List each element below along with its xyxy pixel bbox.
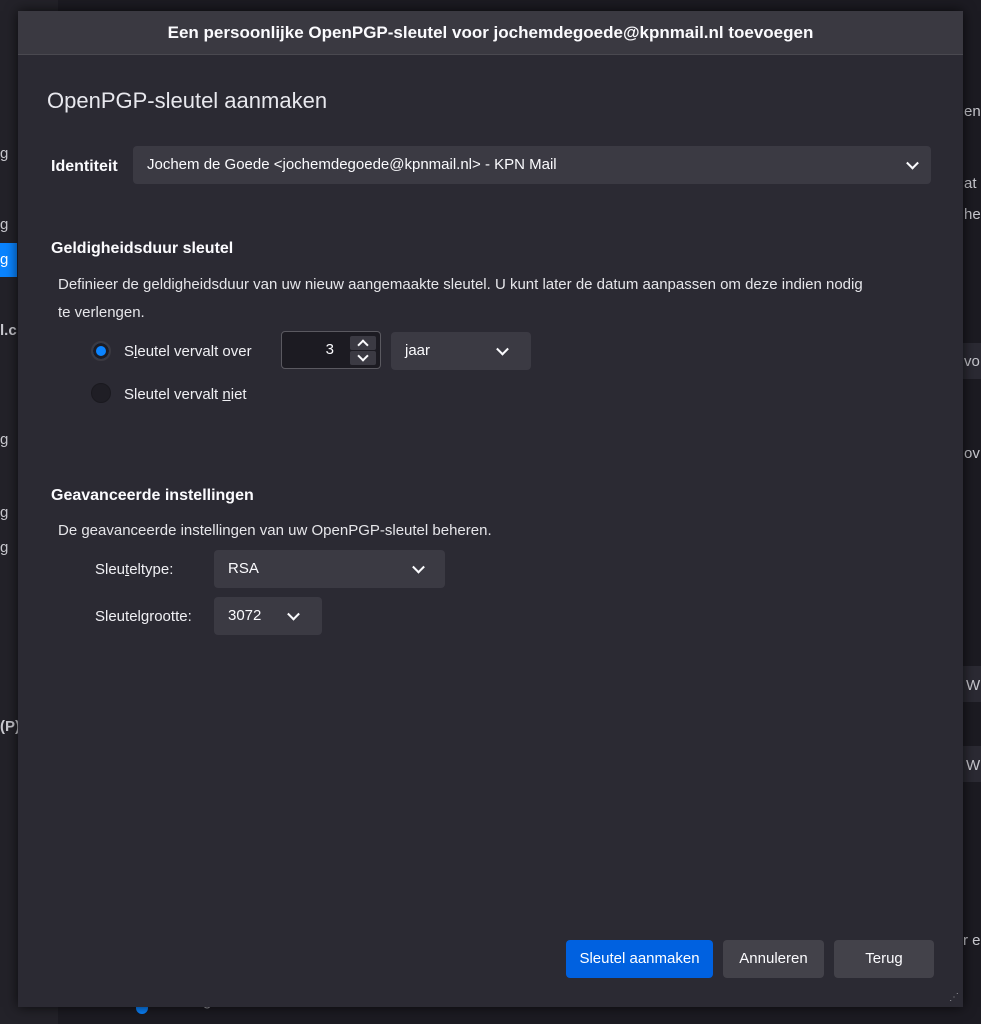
label-text: S [124,343,135,360]
label-text: iet [230,386,247,403]
background-selected-item: g [0,243,17,277]
page-heading: OpenPGP-sleutel aanmaken [47,88,328,113]
background-text: l.c [0,322,17,339]
chevron-down-icon [287,607,300,621]
resize-grip-icon[interactable]: ⋰ [949,993,959,1003]
dialog-title: Een persoonlijke OpenPGP-sleutel voor jo… [18,11,963,55]
chevron-down-icon [906,156,919,170]
background-text: he [964,206,981,223]
label-text: Sleu [95,561,126,578]
access-key: n [222,386,231,403]
create-key-button[interactable]: Sleutel aanmaken [566,940,713,978]
validity-description-line1: Definieer de geldigheidsduur van uw nieu… [58,276,863,293]
keysize-select[interactable]: 3072 [214,597,322,635]
label-text: eutel vervalt over [137,343,252,360]
validity-description-line2: te verlengen. [58,304,145,321]
chevron-down-icon [412,560,425,574]
label-text: Sleutel [95,608,141,625]
decrement-button[interactable] [350,350,376,365]
keysize-label: Sleutelgrootte: [95,608,192,625]
label-text: eltype: [129,561,174,578]
never-expires-label[interactable]: Sleutel vervalt niet [124,386,247,403]
increment-button[interactable] [350,336,376,351]
cancel-button[interactable]: Annuleren [723,940,824,978]
background-text: g [0,504,9,521]
identity-select[interactable]: Jochem de Goede <jochemdegoede@kpnmail.n… [133,146,931,184]
keytype-value: RSA [228,560,259,577]
background-text: g [0,539,9,556]
background-text: W [966,757,981,774]
validity-title: Geldigheidsduur sleutel [51,240,234,257]
advanced-title: Geavanceerde instellingen [51,487,254,504]
expires-unit-select[interactable]: jaar [391,332,531,370]
keysize-value: 3072 [228,607,262,624]
chevron-down-icon [496,342,509,356]
background-text: g [0,431,9,448]
chevron-down-icon [357,350,369,362]
background-text: at [964,175,977,192]
background-text: W [966,677,981,694]
background-text: g [0,145,9,162]
advanced-description: De geavanceerde instellingen van uw Open… [58,522,492,539]
never-expires-radio[interactable] [91,383,111,403]
label-text: rootte: [149,608,192,625]
background-text: en [964,103,981,120]
chevron-up-icon [357,339,369,351]
expires-amount-value: 3 [325,341,334,358]
access-key: g [140,608,150,625]
identity-label: Identiteit [51,158,118,175]
expires-amount-stepper[interactable]: 3 [281,331,381,369]
background-text: vo [964,353,980,370]
keytype-select[interactable]: RSA [214,550,445,588]
background-text: g [0,216,9,233]
expires-label[interactable]: Sleutel vervalt over [124,343,252,360]
create-key-dialog: Een persoonlijke OpenPGP-sleutel voor jo… [18,11,963,1007]
expires-unit-value: jaar [405,342,431,359]
background-text: r e [963,932,981,949]
label-text: Sleutel vervalt [124,386,223,403]
keytype-label: Sleuteltype: [95,561,173,578]
identity-value: Jochem de Goede <jochemdegoede@kpnmail.n… [147,156,557,173]
background-text: (P) [0,718,20,735]
background-text: ov [964,445,980,462]
expires-radio[interactable] [91,341,111,361]
back-button[interactable]: Terug [834,940,934,978]
